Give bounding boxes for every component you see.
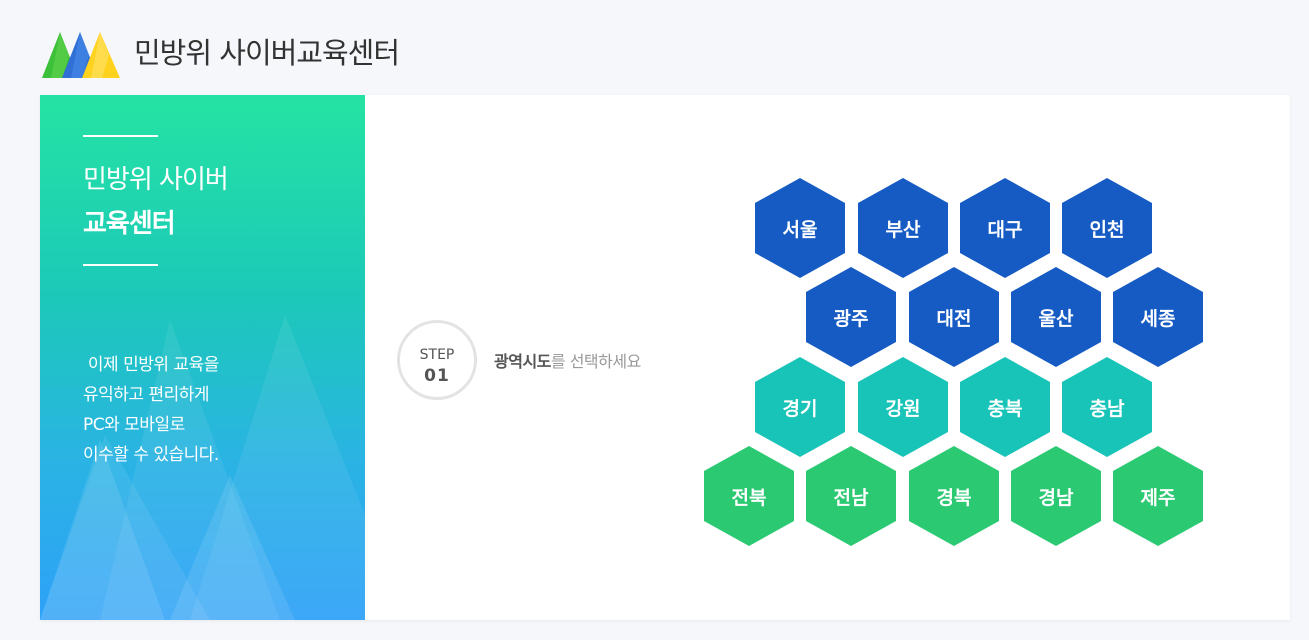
step-badge: STEP 01 [397,320,477,400]
intro-description: 이제 민방위 교육을 유익하고 편리하게 PC와 모바일로 이수할 수 있습니다… [83,350,219,470]
region-label: 부산 [885,218,921,241]
region-label: 대전 [936,307,972,330]
intro-desc-line: 이제 민방위 교육을 [83,355,219,375]
region-label: 경남 [1038,486,1074,509]
intro-panel: 민방위 사이버 교육센터 이제 민방위 교육을 유익하고 편리하게 PC와 모바… [40,95,365,620]
region-label: 인천 [1089,218,1125,241]
region-label: 충북 [987,397,1023,420]
region-label: 충남 [1089,397,1125,420]
region-label: 대구 [987,218,1023,241]
region-label: 강원 [885,397,921,420]
region-label: 제주 [1140,486,1176,509]
intro-title: 민방위 사이버 [83,165,229,195]
region-label: 서울 [782,218,818,241]
step-label: STEP [419,347,455,363]
step-number: 01 [424,366,450,386]
main-card: 민방위 사이버 교육센터 이제 민방위 교육을 유익하고 편리하게 PC와 모바… [40,95,1290,620]
region-label: 전남 [833,486,869,509]
divider-line [83,264,158,266]
region-label: 경기 [782,397,818,420]
logo-icon[interactable] [42,30,120,80]
intro-desc-line: PC와 모바일로 [83,415,185,435]
intro-title-bold: 교육센터 [83,209,176,239]
region-label: 세종 [1140,307,1176,330]
region-label: 경북 [936,486,972,509]
site-title[interactable]: 민방위 사이버교육센터 [134,30,400,72]
step-instruction-rest: 를 선택하세요 [550,352,641,371]
intro-desc-line: 이수할 수 있습니다. [83,445,219,465]
divider-line [83,135,158,137]
step-instruction-bold: 광역시도 [494,352,551,371]
region-label: 광주 [833,307,869,330]
step-instruction: 광역시도를 선택하세요 [494,348,641,372]
intro-desc-line: 유익하고 편리하게 [83,385,210,405]
header: 민방위 사이버교육센터 [0,0,1309,95]
region-label: 울산 [1038,307,1074,330]
region-label: 전북 [731,486,767,509]
